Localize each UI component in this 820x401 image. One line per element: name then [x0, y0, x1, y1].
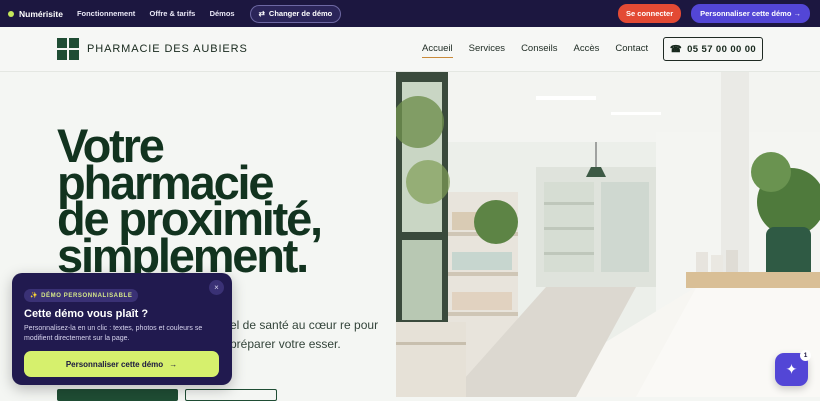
customize-demo-button[interactable]: Personnaliser cette démo →	[691, 4, 810, 23]
nav-acces[interactable]: Accès	[574, 43, 600, 58]
close-icon[interactable]: ×	[209, 280, 224, 295]
sparkle-icon: ✦	[785, 361, 798, 377]
switch-demo-label: Changer de démo	[268, 9, 333, 18]
nav-contact[interactable]: Contact	[615, 43, 648, 58]
sparkle-icon: ✨	[30, 293, 39, 299]
brand-name: Numérisite	[19, 8, 63, 19]
hero-text: Votre pharmacie de proximité, simplement…	[57, 122, 377, 282]
demo-topbar: Numérisite Fonctionnement Offre & tarifs…	[0, 0, 820, 27]
topbar-nav-fonctionnement[interactable]: Fonctionnement	[77, 9, 135, 18]
login-button[interactable]: Se connecter	[618, 4, 682, 23]
personalize-demo-label: Personnaliser cette démo	[65, 359, 164, 369]
phone-button[interactable]: ☎ 05 57 00 00 00	[663, 37, 763, 61]
topbar-nav: Fonctionnement Offre & tarifs Démos	[77, 9, 247, 18]
personalize-demo-button[interactable]: Personnaliser cette démo →	[24, 351, 219, 377]
nav-conseils[interactable]: Conseils	[521, 43, 557, 58]
notification-badge: 1	[800, 350, 811, 361]
swap-icon: ⇄	[258, 9, 265, 18]
topbar-nav-offre-tarifs[interactable]: Offre & tarifs	[150, 9, 196, 18]
phone-icon: ☎	[669, 43, 683, 55]
hero-secondary-button[interactable]	[185, 389, 277, 401]
main-nav: Accueil Services Conseils Accès Contact	[422, 43, 648, 58]
pharmacy-interior-photo	[396, 72, 820, 397]
hero-title-line: simplement.	[57, 228, 309, 282]
topbar-nav-demos[interactable]: Démos	[210, 9, 235, 18]
brand-dot-icon	[8, 10, 14, 17]
hero-title: Votre pharmacie de proximité, simplement…	[57, 122, 377, 282]
pharmacy-logo[interactable]: PHARMACIE DES AUBIERS	[57, 38, 248, 60]
demo-badge: ✨ DÉMO PERSONNALISABLE	[24, 289, 139, 302]
topbar-actions: Se connecter Personnaliser cette démo →	[618, 4, 810, 23]
phone-number: 05 57 00 00 00	[687, 43, 757, 55]
popup-text: Personnalisez-la en un clic : textes, ph…	[24, 325, 203, 342]
hero-subtitle: el de santé au cœur re pour préparer vot…	[230, 318, 379, 351]
demo-popup: ✨ DÉMO PERSONNALISABLE × Cette démo vous…	[12, 273, 232, 385]
nav-accueil[interactable]: Accueil	[422, 43, 453, 58]
popup-title: Cette démo vous plaît ?	[24, 308, 149, 320]
logo-grid-icon	[57, 38, 79, 60]
arrow-right-icon: →	[169, 359, 178, 369]
numerisite-brand[interactable]: Numérisite	[8, 9, 63, 19]
hero-primary-button[interactable]	[57, 389, 178, 401]
switch-demo-button[interactable]: ⇄ Changer de démo	[249, 4, 342, 23]
nav-services[interactable]: Services	[469, 43, 505, 58]
logo-text: PHARMACIE DES AUBIERS	[87, 43, 248, 55]
demo-badge-label: DÉMO PERSONNALISABLE	[41, 292, 133, 299]
assistant-button[interactable]: ✦ 1	[775, 350, 811, 386]
site-header: PHARMACIE DES AUBIERS Accueil Services C…	[0, 27, 820, 72]
